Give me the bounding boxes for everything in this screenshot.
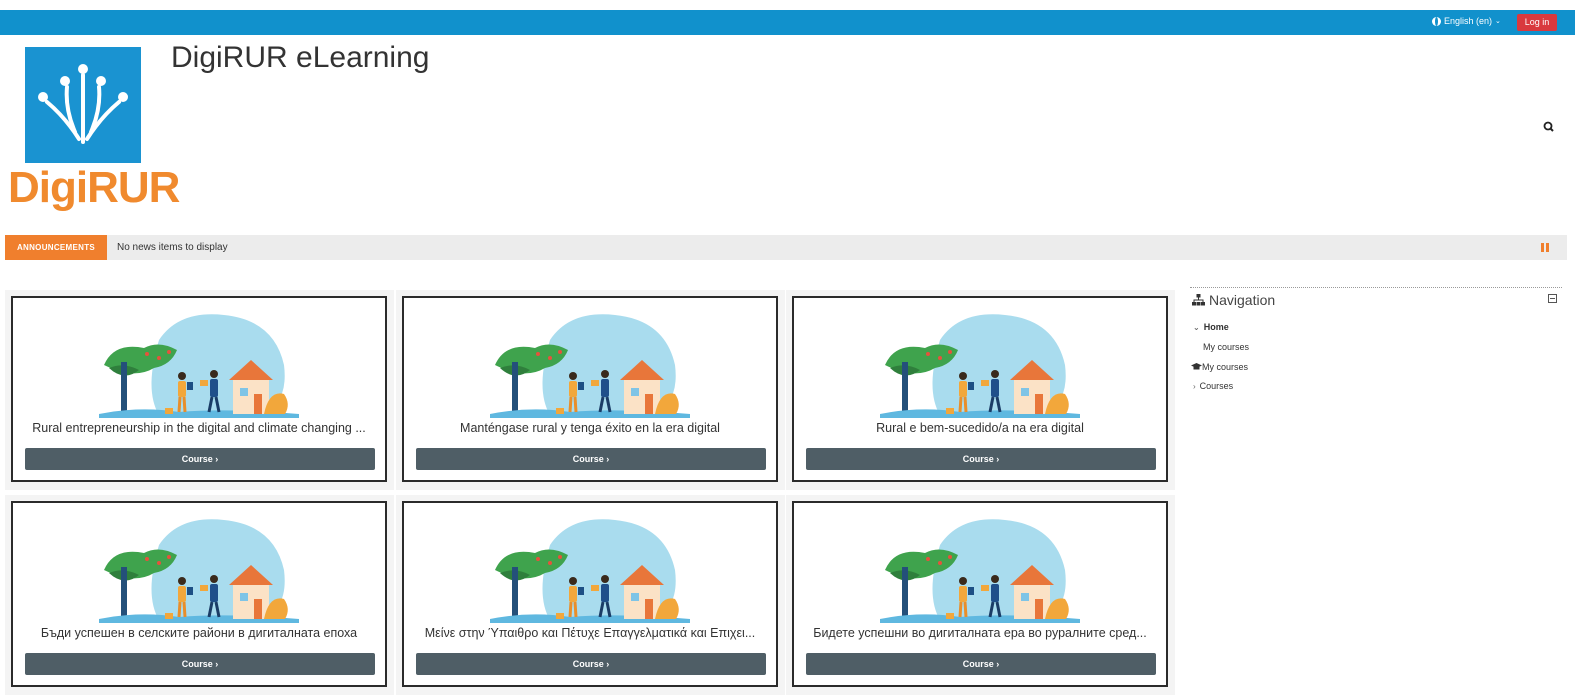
nav-item-label: My courses [1202, 362, 1249, 372]
course-card: Бидете успешни во дигиталната ера во рур… [786, 495, 1175, 695]
course-card-frame: Μείνε στην Ύπαιθρο και Πέτυχε Επαγγελματ… [402, 501, 778, 687]
announcements-bar: ANNOUNCEMENTS No news items to display [5, 235, 1567, 260]
course-title[interactable]: Rural e bem-sucedido/a na era digital [794, 421, 1166, 435]
graduation-cap-icon [1191, 363, 1202, 370]
sitemap-icon [1192, 294, 1205, 306]
course-card: Rural entrepreneurship in the digital an… [5, 290, 394, 490]
course-card-frame: Rural entrepreneurship in the digital an… [11, 296, 387, 482]
navigation-title: Navigation [1209, 292, 1276, 308]
course-title[interactable]: Manténgase rural y tenga éxito en la era… [404, 421, 776, 435]
top-bar: English (en) ⌄ Log in [0, 10, 1575, 35]
nav-item-my-courses-link[interactable]: My courses [1203, 342, 1249, 352]
nav-item-label: Home [1203, 322, 1229, 332]
globe-icon [1432, 16, 1441, 26]
language-label: English (en) [1444, 16, 1493, 26]
course-illustration-image[interactable] [99, 515, 299, 623]
site-title[interactable]: DigiRUR eLearning [171, 41, 429, 75]
nav-item-my-courses[interactable]: My courses [1191, 362, 1248, 372]
course-title[interactable]: Rural entrepreneurship in the digital an… [13, 421, 385, 435]
course-title[interactable]: Бъди успешен в селските райони в дигитал… [13, 626, 385, 640]
course-title[interactable]: Μείνε στην Ύπαιθρο και Πέτυχε Επαγγελματ… [404, 626, 776, 640]
logo-image[interactable] [25, 47, 141, 163]
course-card-frame: Manténgase rural y tenga éxito en la era… [402, 296, 778, 482]
course-button[interactable]: Course › [806, 448, 1156, 470]
chevron-down-icon: ⌄ [1193, 323, 1200, 332]
language-menu[interactable]: English (en) ⌄ [1432, 16, 1501, 26]
collapse-block-icon[interactable] [1548, 294, 1557, 303]
navigation-block: Navigation ⌄ Home My courses My courses ›… [1190, 287, 1562, 391]
pause-icon[interactable] [1541, 243, 1549, 252]
course-card-frame: Бъди успешен в селските райони в дигитал… [11, 501, 387, 687]
course-illustration-image[interactable] [99, 310, 299, 418]
course-card-frame: Rural e bem-sucedido/a na era digital Co… [792, 296, 1168, 482]
course-title[interactable]: Бидете успешни во дигиталната ера во рур… [794, 626, 1166, 640]
course-card: Rural e bem-sucedido/a na era digital Co… [786, 290, 1175, 490]
course-card: Μείνε στην Ύπαιθρο και Πέτυχε Επαγγελματ… [396, 495, 785, 695]
course-button[interactable]: Course › [416, 653, 766, 675]
announcements-text: No news items to display [117, 242, 228, 253]
course-button[interactable]: Course › [25, 653, 375, 675]
course-button[interactable]: Course › [416, 448, 766, 470]
navigation-divider [1190, 287, 1562, 288]
course-button[interactable]: Course › [25, 448, 375, 470]
nav-item-courses[interactable]: › Courses [1193, 381, 1233, 391]
nav-item-label: Courses [1199, 381, 1234, 391]
course-button[interactable]: Course › [806, 653, 1156, 675]
chevron-right-icon: › [1193, 382, 1196, 391]
course-card: Manténgase rural y tenga éxito en la era… [396, 290, 785, 490]
announcements-badge: ANNOUNCEMENTS [5, 235, 107, 260]
nav-item-label: My courses [1203, 342, 1250, 352]
search-icon [1543, 121, 1554, 132]
chevron-down-icon: ⌄ [1495, 18, 1501, 25]
course-card-frame: Бидете успешни во дигиталната ера во рур… [792, 501, 1168, 687]
logo-wordmark: DigiRUR [8, 163, 180, 212]
tree-logo-icon [38, 64, 128, 144]
nav-item-home[interactable]: ⌄ Home [1193, 322, 1229, 332]
course-illustration-image[interactable] [490, 515, 690, 623]
course-illustration-image[interactable] [490, 310, 690, 418]
course-illustration-image[interactable] [880, 515, 1080, 623]
login-button[interactable]: Log in [1517, 14, 1557, 31]
navigation-header: Navigation [1192, 292, 1275, 308]
search-button[interactable] [1540, 118, 1558, 136]
course-illustration-image[interactable] [880, 310, 1080, 418]
course-card: Бъди успешен в селските райони в дигитал… [5, 495, 394, 695]
